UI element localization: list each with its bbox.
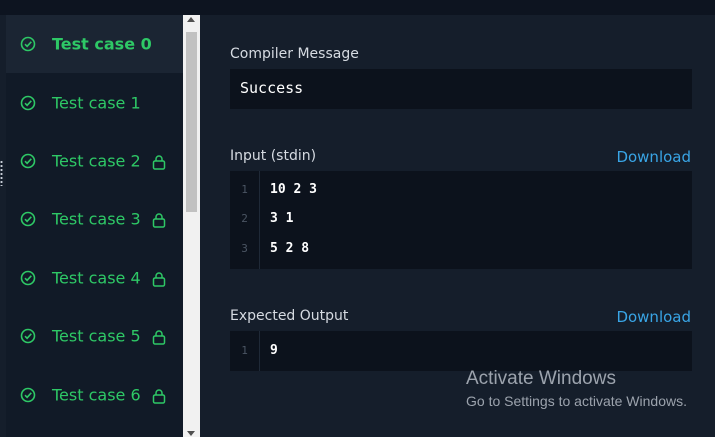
test-case-label: Test case 6 <box>52 385 141 405</box>
check-circle-icon <box>20 36 36 52</box>
line-number: 1 <box>241 344 248 357</box>
lock-icon <box>152 388 166 404</box>
compiler-message-text: Success <box>240 79 304 97</box>
lock-icon <box>152 213 166 229</box>
lock-icon <box>152 272 166 287</box>
test-case-tab[interactable]: Test case 2 <box>6 132 183 190</box>
test-case-tab[interactable]: Test case 0 <box>6 15 183 74</box>
check-circle-icon <box>20 387 36 402</box>
test-case-tab[interactable]: Test case 1 <box>6 73 183 131</box>
line-number: 2 <box>241 212 248 225</box>
expected-output-heading: Expected Output <box>230 308 349 324</box>
code-text: 3 1 <box>270 211 294 226</box>
test-case-sidebar: Test case 0 Test case 1 Test case 2 Test… <box>6 15 183 437</box>
test-case-label: Test case 0 <box>52 34 152 54</box>
check-circle-icon <box>20 328 36 344</box>
expected-download-link[interactable]: Download <box>616 308 691 326</box>
test-case-label: Test case 4 <box>52 268 141 288</box>
test-case-tab[interactable]: Test case 5 <box>6 307 183 365</box>
compiler-message-heading: Compiler Message <box>230 46 359 62</box>
check-circle-icon <box>20 95 36 110</box>
compiler-message-box: Success <box>230 69 692 109</box>
test-case-label: Test case 1 <box>52 93 141 113</box>
top-bar <box>0 0 715 15</box>
input-heading: Input (stdin) <box>230 148 317 164</box>
lock-icon <box>152 155 166 170</box>
resize-handle[interactable] <box>0 160 3 186</box>
lock-icon <box>152 330 166 345</box>
activate-windows-subtitle: Go to Settings to activate Windows. <box>466 393 687 409</box>
scroll-up-arrow-icon[interactable] <box>187 17 195 22</box>
scrollbar-thumb[interactable] <box>186 32 197 212</box>
check-circle-icon <box>20 153 36 169</box>
check-circle-icon <box>20 212 36 227</box>
scroll-down-arrow-icon[interactable] <box>187 431 195 436</box>
test-case-label: Test case 2 <box>52 151 141 171</box>
activate-windows-title: Activate Windows <box>466 368 616 389</box>
test-case-tab[interactable]: Test case 3 <box>6 190 183 248</box>
test-case-label: Test case 3 <box>52 209 141 229</box>
test-case-label: Test case 5 <box>52 326 141 346</box>
input-download-link[interactable]: Download <box>616 148 691 166</box>
test-case-tab[interactable]: Test case 4 <box>6 249 183 307</box>
expected-output-box: 1 9 <box>230 331 692 371</box>
input-code-box: 1 10 2 3 2 3 1 3 5 2 8 <box>230 171 692 269</box>
code-text: 9 <box>270 343 278 358</box>
code-text: 10 2 3 <box>270 182 317 197</box>
code-text: 5 2 8 <box>270 241 310 256</box>
line-number: 1 <box>241 183 248 196</box>
check-circle-icon <box>20 270 36 286</box>
test-case-tab[interactable]: Test case 6 <box>6 365 183 423</box>
line-number: 3 <box>241 242 248 255</box>
